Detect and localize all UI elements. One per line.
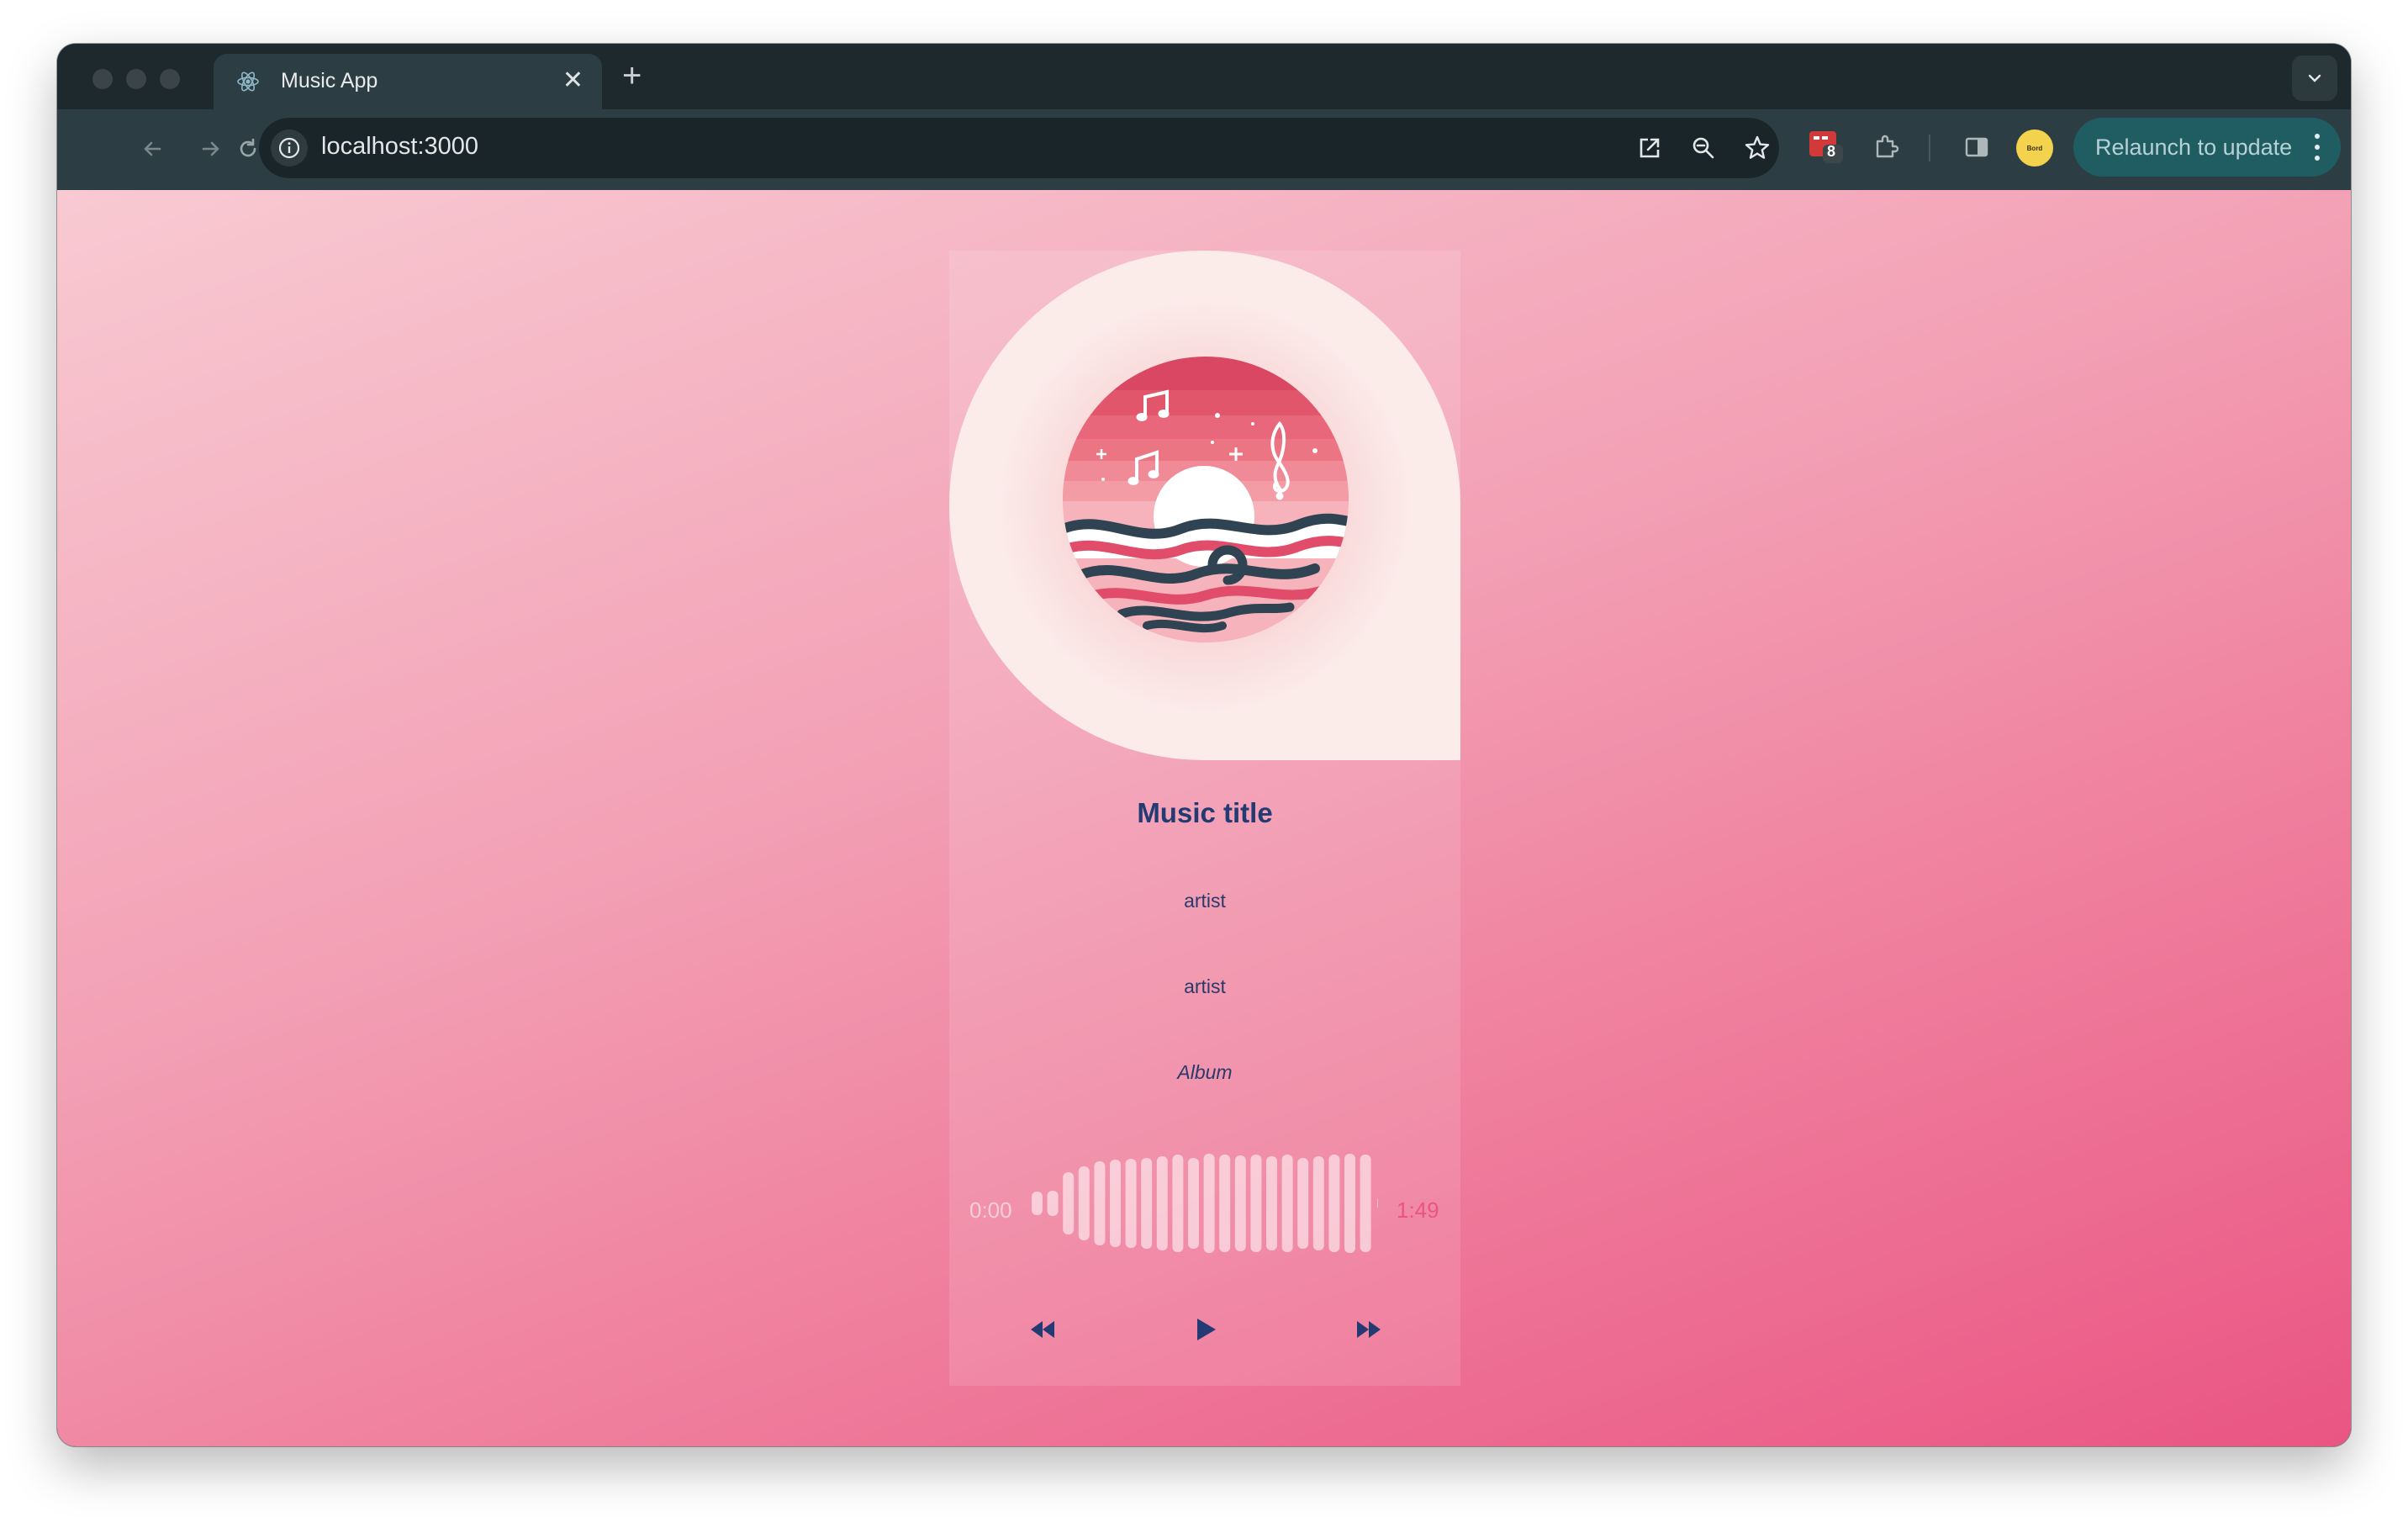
window-zoom-dot[interactable] — [160, 69, 180, 89]
waveform-bar[interactable] — [1063, 1172, 1075, 1234]
waveform-bar[interactable] — [1281, 1155, 1293, 1252]
plus-icon[interactable]: + — [622, 57, 642, 94]
close-icon[interactable]: ✕ — [562, 66, 584, 96]
waveform-bar[interactable] — [1110, 1160, 1121, 1247]
progress-waveform[interactable] — [1030, 1152, 1378, 1255]
rewind-icon — [1031, 1321, 1054, 1338]
open-in-app-button[interactable] — [1631, 130, 1668, 166]
extension-button[interactable]: 8 — [1806, 126, 1845, 165]
back-button[interactable] — [133, 130, 172, 168]
play-button[interactable] — [1185, 1308, 1227, 1350]
window-minimize-dot[interactable] — [126, 69, 146, 89]
bookmark-button[interactable] — [1739, 130, 1776, 166]
fast-forward-icon — [1357, 1321, 1381, 1338]
waveform-bar[interactable] — [1172, 1155, 1184, 1252]
rewind-button[interactable] — [1022, 1308, 1064, 1350]
chevron-down-icon — [2308, 74, 2321, 82]
waveform-bar[interactable] — [1266, 1156, 1277, 1250]
zoom-icon — [1692, 137, 1714, 159]
tab-title: Music App — [281, 69, 378, 92]
avatar[interactable]: Bord — [2016, 130, 2053, 166]
extension-badge-count: 8 — [1827, 143, 1836, 160]
extensions-button[interactable] — [1867, 128, 1905, 166]
browser-window: Music App ✕ + localhost:3000 8 Bord Rela… — [57, 44, 2351, 1446]
page-viewport: Music title artist artist Album 0:00 1:4… — [57, 190, 2351, 1446]
tab-search-button[interactable] — [2292, 56, 2337, 101]
waveform-bar[interactable] — [1032, 1192, 1043, 1215]
waveform-bar[interactable] — [1141, 1158, 1153, 1249]
waveform-bar[interactable] — [1360, 1155, 1371, 1252]
relaunch-label: Relaunch to update — [2095, 135, 2293, 160]
kebab-menu-icon — [2315, 134, 2320, 161]
waveform-bar[interactable] — [1125, 1159, 1137, 1248]
waveform-bar[interactable] — [1188, 1158, 1199, 1249]
extension-icon — [1809, 131, 1843, 163]
tab-strip: Music App ✕ + — [57, 44, 2351, 109]
waveform-bar[interactable] — [1328, 1155, 1340, 1252]
playback-controls — [949, 1305, 1460, 1356]
track-title: Music title — [1137, 797, 1273, 828]
time-total: 1:49 — [1397, 1197, 1439, 1223]
track-artist-secondary: artist — [1184, 975, 1226, 997]
address-bar[interactable]: localhost:3000 — [259, 118, 1779, 178]
star-icon — [1745, 135, 1770, 159]
site-info-button[interactable] — [271, 130, 308, 166]
play-icon — [1197, 1319, 1216, 1340]
puzzle-icon — [1876, 135, 1899, 158]
relaunch-button[interactable]: Relaunch to update — [2073, 118, 2341, 177]
waveform-bar[interactable] — [1312, 1156, 1324, 1250]
browser-toolbar: localhost:3000 8 Bord Relaunch to update — [57, 109, 2351, 190]
zoom-button[interactable] — [1685, 130, 1722, 166]
info-icon — [278, 137, 300, 159]
waveform-bar[interactable] — [1219, 1155, 1231, 1252]
reload-icon — [240, 138, 256, 157]
forward-arrow-icon — [202, 141, 219, 156]
time-elapsed: 0:00 — [969, 1197, 1012, 1223]
waveform-bar[interactable] — [1094, 1161, 1106, 1245]
side-panel-icon — [1965, 137, 1988, 157]
waveform-bar[interactable] — [1250, 1155, 1262, 1252]
waveform-bar[interactable] — [1156, 1156, 1168, 1250]
waveform-bar[interactable] — [1297, 1158, 1309, 1249]
waveform-bar[interactable] — [1047, 1191, 1059, 1216]
open-external-icon — [1640, 138, 1660, 158]
url-text: localhost:3000 — [321, 133, 479, 160]
waveform-bar[interactable] — [1234, 1155, 1246, 1251]
react-icon — [237, 71, 259, 92]
waveform-bar[interactable] — [1078, 1166, 1090, 1240]
side-panel-button[interactable] — [1957, 128, 1996, 166]
music-player-card: Music title artist artist Album 0:00 1:4… — [949, 251, 1460, 1386]
fast-forward-button[interactable] — [1348, 1308, 1390, 1350]
toolbar-divider — [1929, 135, 1930, 161]
track-album: Album — [1177, 1061, 1233, 1083]
waveform-end-marker — [1377, 1197, 1378, 1209]
waveform-bar[interactable] — [1203, 1154, 1215, 1253]
window-close-dot[interactable] — [92, 69, 113, 89]
forward-button[interactable] — [192, 130, 230, 168]
back-arrow-icon — [144, 141, 161, 156]
track-artist: artist — [1184, 890, 1226, 912]
waveform-bar[interactable] — [1344, 1154, 1355, 1253]
cover-background — [949, 251, 1460, 760]
album-art — [1063, 357, 1349, 642]
tab-music-app[interactable]: Music App ✕ — [214, 54, 602, 109]
